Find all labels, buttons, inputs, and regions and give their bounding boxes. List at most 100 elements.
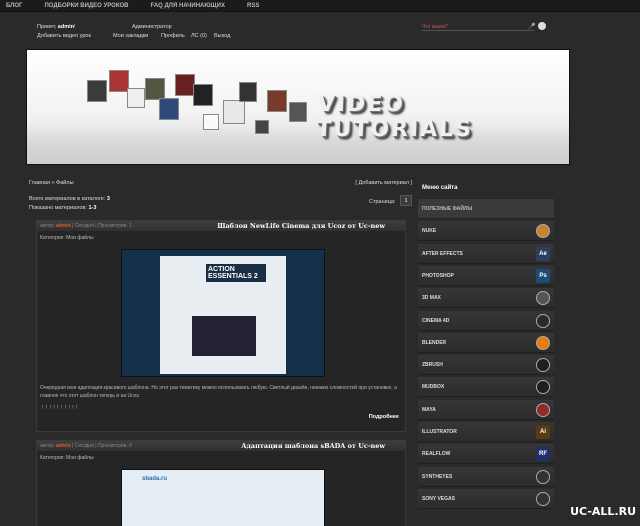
add-material-link[interactable]: [ Добавить материал ] xyxy=(355,180,412,186)
post-title[interactable]: Адаптация шаблона sBADA от Uc-new xyxy=(241,442,385,450)
category-link[interactable]: Мои файлы xyxy=(66,235,93,241)
sidebar-item-label: CINEMA 4D xyxy=(422,317,450,324)
sidebar-title: Меню сайта xyxy=(422,185,458,191)
cube-image xyxy=(127,88,145,108)
sony-vegas-icon xyxy=(536,491,550,506)
catalog-totals: Всего материалов в каталоге: 3 Показано … xyxy=(29,196,110,211)
post-title[interactable]: Шаблон NewLife Cinema для Ucoz от Uc-new xyxy=(217,222,385,230)
post-card: автор: admin | Сегодня | Просмотров: 0 А… xyxy=(36,440,406,526)
add-video-link[interactable]: Добавить видео урок xyxy=(37,33,91,39)
post-description: Очередная моя адаптация красивого шаблон… xyxy=(40,385,397,399)
username[interactable]: admin xyxy=(58,24,74,30)
sidebar-item-label: 3D MAX xyxy=(422,295,441,302)
cube-image xyxy=(203,114,219,130)
mudbox-icon xyxy=(536,380,550,395)
post-category: Категория: Мои файлы xyxy=(40,235,94,241)
post-rating[interactable]: ! ! ! ! ! ! ! ! ! ! xyxy=(42,405,78,411)
cube-image xyxy=(255,120,269,134)
sidebar-item-after-effects[interactable]: AFTER EFFECTS Ae xyxy=(418,243,554,264)
sidebar-item-полезные-файлы[interactable]: ПОЛЕЗНЫЕ ФАЙЛЫ xyxy=(418,199,554,219)
topnav-collections[interactable]: ПОДБОРКИ ВИДЕО УРОКОВ xyxy=(44,3,128,9)
post-meta: автор: admin | Сегодня | Просмотров: 1 xyxy=(40,223,132,229)
cinema4d-icon xyxy=(536,313,550,328)
after-effects-icon: Ae xyxy=(536,246,550,261)
illustrator-icon: Ai xyxy=(536,425,550,439)
cube-image xyxy=(223,100,245,124)
cube-image xyxy=(267,90,287,112)
sidebar-item-photoshop[interactable]: PHOTOSHOP Ps xyxy=(418,265,554,286)
search-button[interactable] xyxy=(538,22,546,30)
maya-icon xyxy=(536,402,550,417)
sidebar-item-sony-vegas[interactable]: SONY VEGAS xyxy=(418,488,554,509)
sidebar-item-blender[interactable]: BLENDER xyxy=(418,332,554,353)
sidebar-item-3d-max[interactable]: 3D MAX xyxy=(418,288,554,309)
sidebar-menu: Меню сайта ПОЛЕЗНЫЕ ФАЙЛЫ NUKE AFTER EFFEC… xyxy=(418,179,558,526)
sidebar-item-realflow[interactable]: REALFLOW RF xyxy=(418,444,554,465)
breadcrumb[interactable]: Главная » Файлы xyxy=(29,180,74,186)
thumb-heading: sbada.ru xyxy=(142,476,168,482)
messages-link[interactable]: ЛС (0) xyxy=(191,33,207,39)
photoshop-icon: Ps xyxy=(536,268,550,283)
post-thumbnail[interactable]: ACTION ESSENTIALS 2 xyxy=(121,249,325,377)
sidebar-item-illustrator[interactable]: ILLUSTRATOR Ai xyxy=(418,422,554,442)
sidebar-item-label: AFTER EFFECTS xyxy=(422,250,463,257)
mic-icon[interactable]: 🎤 xyxy=(528,23,535,30)
cube-image xyxy=(175,74,195,96)
sidebar-item-label: ПОЛЕЗНЫЕ ФАЙЛЫ xyxy=(422,206,473,212)
post-header: автор: admin | Сегодня | Просмотров: 0 А… xyxy=(37,441,405,451)
page-number[interactable]: 1 xyxy=(400,195,412,206)
watermark: UC-ALL.RU xyxy=(570,505,636,518)
sidebar-item-label: SONY VEGAS xyxy=(422,495,455,502)
bookmarks-link[interactable]: Мои закладки xyxy=(113,33,148,39)
logout-link[interactable]: Выход xyxy=(214,33,230,39)
nuke-icon xyxy=(536,224,550,239)
thumb-video xyxy=(192,316,256,356)
sidebar-item-label: BLENDER xyxy=(422,339,447,346)
zbrush-icon xyxy=(536,358,550,373)
cube-image xyxy=(193,84,213,106)
sidebar-item-mudbox[interactable]: MUDBOX xyxy=(418,377,554,398)
sidebar-item-label: REALFLOW xyxy=(422,451,451,458)
topnav-blog[interactable]: БЛОГ xyxy=(6,3,22,9)
syntheyes-icon xyxy=(536,469,550,484)
sidebar-item-label: MUDBOX xyxy=(422,384,445,391)
sidebar-item-maya[interactable]: MAYA xyxy=(418,399,554,420)
sidebar-item-syntheyes[interactable]: SYNTHEYES xyxy=(418,466,554,487)
profile-link[interactable]: Профиль xyxy=(161,33,185,39)
sidebar-item-label: ILLUSTRATOR xyxy=(422,429,457,435)
greeting: Привет, admin! xyxy=(37,24,76,30)
cube-image xyxy=(289,102,307,122)
post-header: автор: admin | Сегодня | Просмотров: 1 Ш… xyxy=(37,221,405,231)
blender-icon xyxy=(536,335,550,350)
user-role: Администратор xyxy=(132,24,172,30)
banner: VIDEO TUTORIALS xyxy=(26,49,570,165)
cube-image xyxy=(109,70,129,92)
top-nav: БЛОГ ПОДБОРКИ ВИДЕО УРОКОВ FAQ ДЛЯ НАЧИН… xyxy=(0,0,640,12)
search-input[interactable] xyxy=(422,23,534,31)
sidebar-item-label: ZBRUSH xyxy=(422,362,443,369)
sidebar-item-nuke[interactable]: NUKE xyxy=(418,221,554,242)
sidebar-item-label: NUKE xyxy=(422,228,437,235)
sidebar-item-cinema-4d[interactable]: CINEMA 4D xyxy=(418,310,554,331)
read-more-link[interactable]: Подробнее xyxy=(369,414,399,420)
thumb-heading: ACTION ESSENTIALS 2 xyxy=(206,264,266,282)
cube-image xyxy=(87,80,107,102)
3dsmax-icon xyxy=(536,291,550,306)
category-link[interactable]: Мои файлы xyxy=(66,455,93,461)
banner-title: VIDEO TUTORIALS xyxy=(315,91,474,143)
sidebar-item-label: PHOTOSHOP xyxy=(422,272,454,279)
topnav-rss[interactable]: RSS xyxy=(247,3,259,9)
cube-image xyxy=(239,82,257,102)
realflow-icon: RF xyxy=(536,447,550,462)
user-header: Привет, admin! Администратор Добавить ви… xyxy=(30,22,570,42)
cube-image xyxy=(145,78,165,100)
main-content: Главная » Файлы [ Добавить материал ] Вс… xyxy=(26,176,414,526)
post-category: Категория: Мои файлы xyxy=(40,455,94,461)
sidebar-item-label: MAYA xyxy=(422,406,436,413)
sidebar-item-zbrush[interactable]: ZBRUSH xyxy=(418,355,554,376)
topnav-faq[interactable]: FAQ ДЛЯ НАЧИНАЮЩИХ xyxy=(151,3,225,9)
post-thumbnail[interactable]: sbada.ru xyxy=(121,469,325,526)
sidebar-item-label: SYNTHEYES xyxy=(422,473,453,480)
pages-label: Страница: xyxy=(369,199,396,205)
post-meta: автор: admin | Сегодня | Просмотров: 0 xyxy=(40,443,132,449)
